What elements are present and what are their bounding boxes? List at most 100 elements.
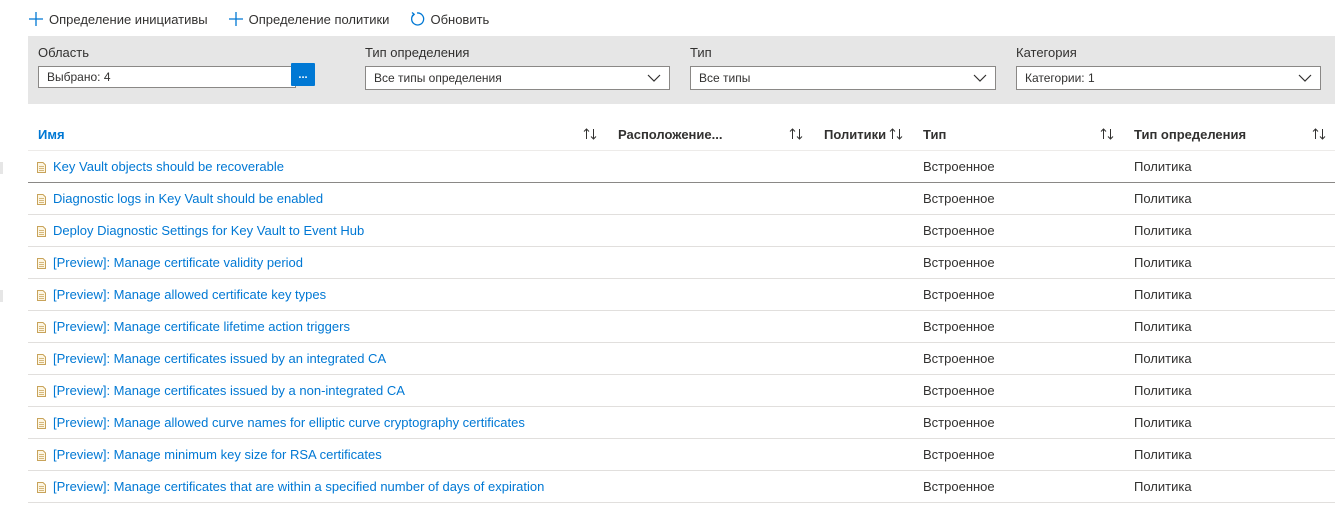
- policy-document-icon: [37, 321, 46, 333]
- type-label: Тип: [690, 45, 712, 60]
- policy-document-icon: [37, 417, 46, 429]
- column-header-location[interactable]: Расположение...: [618, 118, 722, 150]
- table-row[interactable]: [Preview]: Manage minimum key size for R…: [28, 439, 1335, 471]
- column-header-definition-type[interactable]: Тип определения: [1134, 118, 1246, 150]
- scope-picker-button[interactable]: ...: [291, 63, 315, 86]
- definition-type-cell: Политика: [1134, 191, 1192, 206]
- type-cell: Встроенное: [923, 287, 995, 302]
- definition-type-cell: Политика: [1134, 479, 1192, 494]
- type-cell: Встроенное: [923, 255, 995, 270]
- sort-icon[interactable]: [582, 126, 598, 142]
- policy-document-icon: [37, 161, 46, 173]
- type-cell: Встроенное: [923, 191, 995, 206]
- column-header-name[interactable]: Имя: [38, 118, 65, 150]
- policy-document-icon: [37, 449, 46, 461]
- definition-type-value: Все типы определения: [374, 71, 502, 85]
- definition-type-cell: Политика: [1134, 383, 1192, 398]
- policy-name-link[interactable]: [Preview]: Manage certificate validity p…: [53, 247, 303, 278]
- table-header: Имя Расположение... Политики Тип Тип опр…: [28, 118, 1335, 151]
- refresh-label: Обновить: [430, 11, 490, 27]
- definition-type-dropdown[interactable]: Все типы определения: [365, 66, 670, 90]
- definition-type-label: Тип определения: [365, 45, 470, 60]
- table-row[interactable]: Key Vault objects should be recoverable В…: [28, 151, 1335, 183]
- category-dropdown[interactable]: Категории: 1: [1016, 66, 1321, 90]
- policy-document-icon: [37, 193, 46, 205]
- type-cell: Встроенное: [923, 383, 995, 398]
- type-cell: Встроенное: [923, 415, 995, 430]
- sort-icon[interactable]: [1311, 126, 1327, 142]
- table-row[interactable]: [Preview]: Manage allowed curve names fo…: [28, 407, 1335, 439]
- definition-type-filter: Тип определения Все типы определения: [365, 45, 670, 90]
- column-header-policies[interactable]: Политики: [824, 118, 886, 150]
- type-cell: Встроенное: [923, 351, 995, 366]
- category-label: Категория: [1016, 45, 1077, 60]
- policy-document-icon: [37, 225, 46, 237]
- table-row[interactable]: [Preview]: Manage certificates issued by…: [28, 343, 1335, 375]
- filter-panel: Область Выбрано: 4 ... Тип определения В…: [28, 36, 1335, 104]
- policy-document-icon: [37, 353, 46, 365]
- type-dropdown[interactable]: Все типы: [690, 66, 996, 90]
- policy-name-link[interactable]: [Preview]: Manage certificates that are …: [53, 471, 544, 502]
- definition-type-cell: Политика: [1134, 223, 1192, 238]
- refresh-button[interactable]: Обновить: [409, 11, 489, 27]
- table-row[interactable]: [Preview]: Manage certificates issued by…: [28, 375, 1335, 407]
- type-cell: Встроенное: [923, 319, 995, 334]
- policy-name-link[interactable]: [Preview]: Manage certificates issued by…: [53, 375, 405, 406]
- definition-type-cell: Политика: [1134, 351, 1192, 366]
- definition-type-cell: Политика: [1134, 415, 1192, 430]
- refresh-icon: [409, 11, 425, 27]
- category-filter: Категория Категории: 1: [1016, 45, 1321, 90]
- type-cell: Встроенное: [923, 479, 995, 494]
- policy-name-link[interactable]: Diagnostic logs in Key Vault should be e…: [53, 183, 323, 214]
- type-cell: Встроенное: [923, 159, 995, 174]
- add-policy-definition-label: Определение политики: [248, 11, 390, 27]
- definitions-table: Имя Расположение... Политики Тип Тип опр…: [28, 118, 1335, 503]
- command-bar: Определение инициативы Определение полит…: [28, 8, 509, 30]
- add-initiative-definition-button[interactable]: Определение инициативы: [28, 11, 208, 27]
- policy-name-link[interactable]: Deploy Diagnostic Settings for Key Vault…: [53, 215, 364, 246]
- table-row[interactable]: Deploy Diagnostic Settings for Key Vault…: [28, 215, 1335, 247]
- policy-name-link[interactable]: [Preview]: Manage minimum key size for R…: [53, 439, 382, 470]
- add-policy-definition-button[interactable]: Определение политики: [228, 11, 390, 27]
- add-initiative-definition-label: Определение инициативы: [49, 11, 208, 27]
- scope-label: Область: [38, 45, 90, 60]
- policy-document-icon: [37, 257, 46, 269]
- table-row[interactable]: [Preview]: Manage allowed certificate ke…: [28, 279, 1335, 311]
- sort-icon[interactable]: [888, 126, 904, 142]
- table-row[interactable]: [Preview]: Manage certificates that are …: [28, 471, 1335, 503]
- left-edge-mark: [0, 162, 3, 174]
- type-cell: Встроенное: [923, 447, 995, 462]
- definition-type-cell: Политика: [1134, 159, 1192, 174]
- plus-icon: [228, 11, 244, 27]
- sort-icon[interactable]: [1099, 126, 1115, 142]
- type-value: Все типы: [699, 71, 751, 85]
- policy-name-link[interactable]: [Preview]: Manage certificates issued by…: [53, 343, 386, 374]
- chevron-down-icon: [973, 71, 987, 85]
- chevron-down-icon: [647, 71, 661, 85]
- table-row[interactable]: Diagnostic logs in Key Vault should be e…: [28, 183, 1335, 215]
- policy-name-link[interactable]: [Preview]: Manage allowed certificate ke…: [53, 279, 326, 310]
- policy-document-icon: [37, 481, 46, 493]
- sort-icon[interactable]: [788, 126, 804, 142]
- scope-picker-label: ...: [298, 68, 308, 81]
- policy-name-link[interactable]: [Preview]: Manage certificate lifetime a…: [53, 311, 350, 342]
- policy-name-link[interactable]: Key Vault objects should be recoverable: [53, 151, 284, 182]
- category-value: Категории: 1: [1025, 71, 1095, 85]
- policy-name-link[interactable]: [Preview]: Manage allowed curve names fo…: [53, 407, 525, 438]
- scope-value: Выбрано: 4: [47, 70, 111, 84]
- table-body: Key Vault objects should be recoverable В…: [28, 151, 1335, 503]
- table-row[interactable]: [Preview]: Manage certificate lifetime a…: [28, 311, 1335, 343]
- scope-filter: Область Выбрано: 4: [38, 45, 296, 88]
- table-row[interactable]: [Preview]: Manage certificate validity p…: [28, 247, 1335, 279]
- column-header-type[interactable]: Тип: [923, 118, 946, 150]
- scope-input[interactable]: Выбрано: 4: [38, 66, 296, 88]
- left-edge-mark: [0, 290, 3, 302]
- definition-type-cell: Политика: [1134, 319, 1192, 334]
- definition-type-cell: Политика: [1134, 287, 1192, 302]
- type-filter: Тип Все типы: [690, 45, 996, 90]
- policy-document-icon: [37, 385, 46, 397]
- type-cell: Встроенное: [923, 223, 995, 238]
- definition-type-cell: Политика: [1134, 447, 1192, 462]
- chevron-down-icon: [1298, 71, 1312, 85]
- policy-document-icon: [37, 289, 46, 301]
